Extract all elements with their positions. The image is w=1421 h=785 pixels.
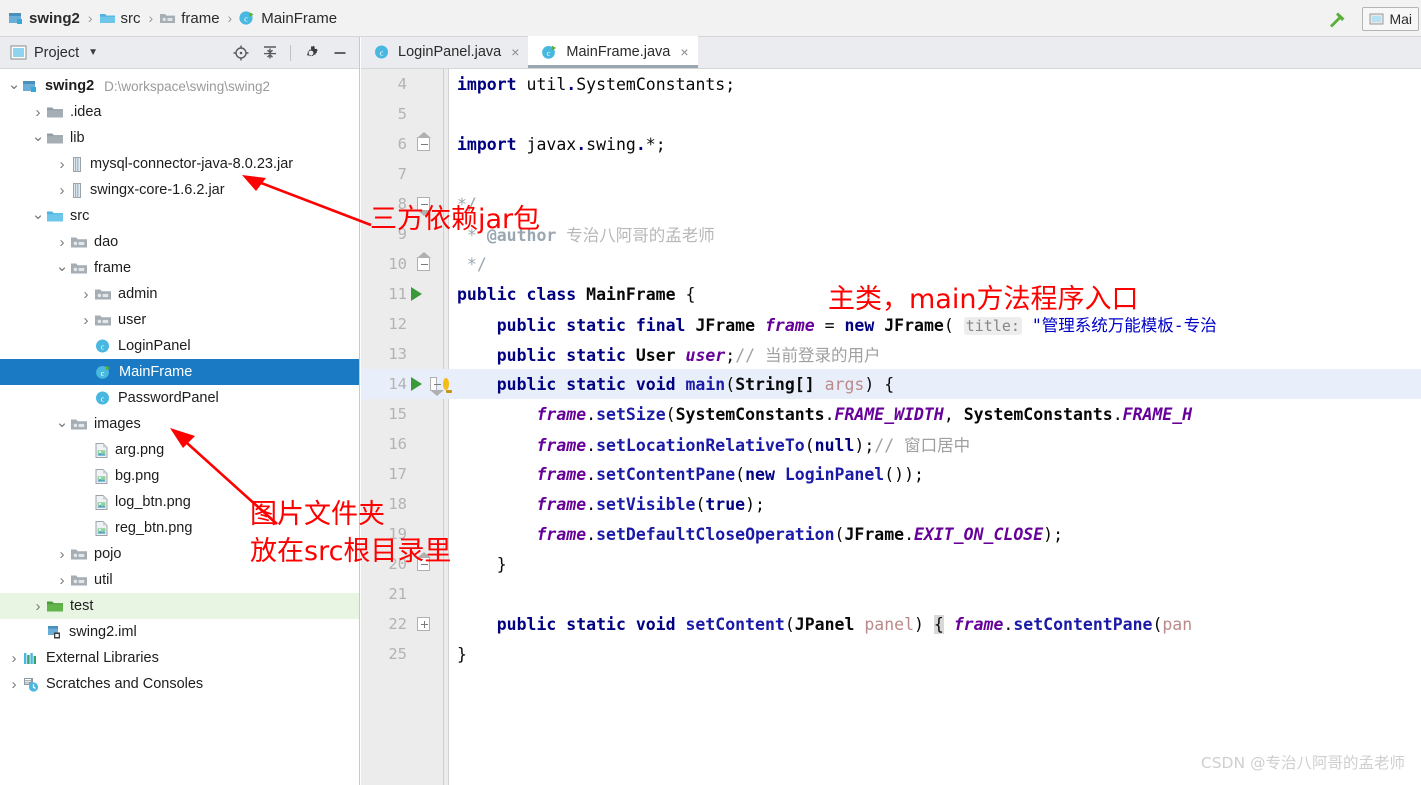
images-folder-note-line1: 图片文件夹 xyxy=(250,499,385,530)
annotation-overlay: 三方依赖jar包主类，main方法程序入口图片文件夹放在src根目录里 xyxy=(0,0,1421,785)
jar-dependency-note: 三方依赖jar包 xyxy=(370,204,541,235)
main-class-note: 主类，main方法程序入口 xyxy=(828,284,1139,315)
images-folder-note-line2: 放在src根目录里 xyxy=(250,536,452,567)
images-annotation-arrow xyxy=(170,428,278,525)
idea-window: swing2 › src › frame › c MainFrame Mai P… xyxy=(0,0,1421,785)
csdn-watermark: CSDN @专治八阿哥的孟老师 xyxy=(1200,754,1405,772)
jar-annotation-arrow xyxy=(242,175,372,227)
